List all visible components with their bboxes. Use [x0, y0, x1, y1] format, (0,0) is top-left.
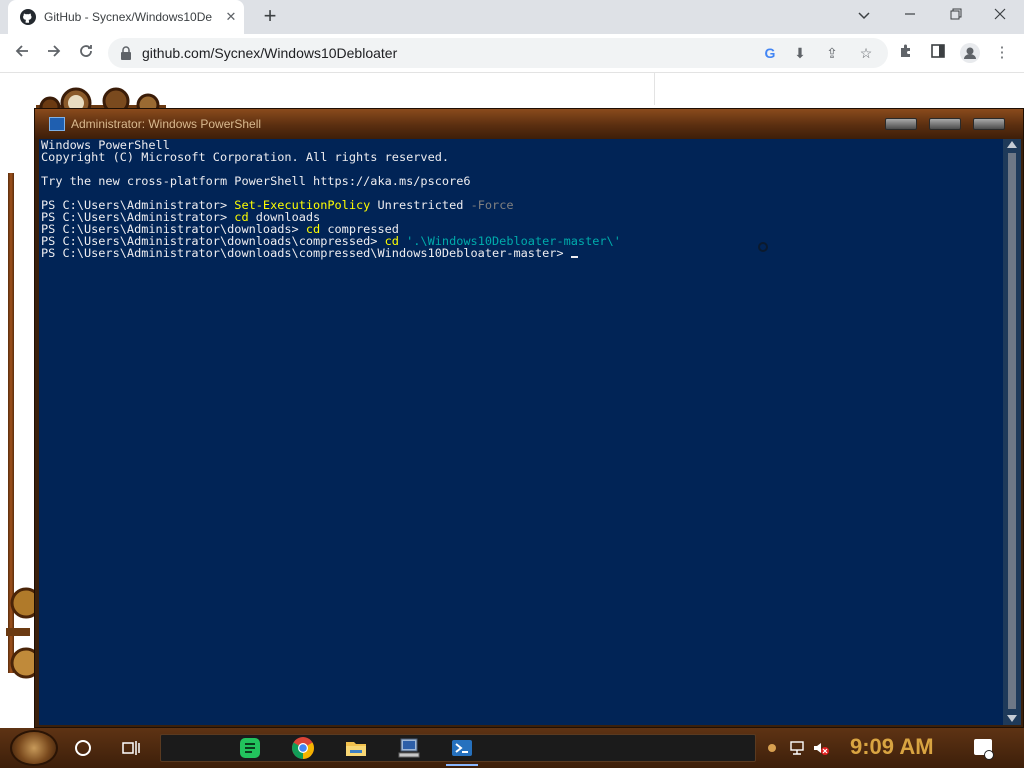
- taskbar: 9:09 AM: [0, 728, 1024, 768]
- lock-icon: [121, 46, 131, 60]
- extensions-icon[interactable]: [896, 43, 916, 63]
- github-icon: [20, 9, 36, 25]
- browser-toolbar: github.com/Sycnex/Windows10Debloater G ⬇…: [0, 34, 1024, 72]
- console-text: Try the new cross-platform PowerShell ht…: [41, 174, 471, 188]
- tab-search-icon[interactable]: [848, 4, 880, 26]
- install-app-icon[interactable]: ⬇: [790, 43, 810, 63]
- powershell-window[interactable]: Administrator: Windows PowerShell Window…: [34, 108, 1024, 728]
- tab-title: GitHub - Sycnex/Windows10De: [44, 10, 213, 24]
- page-divider: [654, 73, 655, 105]
- ps-maximize-button[interactable]: [929, 118, 961, 130]
- arrow-left-icon: [15, 45, 28, 57]
- active-app-indicator: [446, 764, 478, 766]
- browser-tab[interactable]: GitHub - Sycnex/Windows10De ✕: [8, 0, 244, 34]
- powershell-titlebar[interactable]: Administrator: Windows PowerShell: [35, 109, 1023, 139]
- file-explorer-icon[interactable]: [344, 736, 368, 760]
- console-line: PS C:\Users\Administrator\downloads\comp…: [41, 247, 621, 259]
- back-button[interactable]: [8, 39, 36, 67]
- reload-button[interactable]: [72, 39, 100, 67]
- ps-minimize-button[interactable]: [885, 118, 917, 130]
- more-menu-icon[interactable]: ⋮: [992, 43, 1012, 63]
- console-line: Try the new cross-platform PowerShell ht…: [41, 175, 621, 187]
- url-text: github.com/Sycnex/Windows10Debloater: [142, 45, 398, 61]
- scrollbar-thumb[interactable]: [1008, 153, 1016, 709]
- text-cursor: [570, 256, 578, 258]
- new-tab-button[interactable]: +: [258, 5, 282, 29]
- taskbar-clock[interactable]: 9:09 AM: [850, 734, 934, 760]
- console-output: Windows PowerShell Copyright (C) Microsof…: [41, 139, 621, 259]
- arrow-right-icon: [48, 45, 61, 57]
- console-prompt: PS C:\Users\Administrator\downloads\comp…: [41, 246, 571, 260]
- powershell-taskbar-icon[interactable]: [450, 736, 474, 760]
- forward-button[interactable]: [40, 39, 68, 67]
- reload-icon: [80, 45, 92, 57]
- console-area[interactable]: Windows PowerShell Copyright (C) Microsof…: [39, 139, 1003, 725]
- powershell-icon: [49, 117, 65, 131]
- scroll-up-icon[interactable]: [1007, 141, 1017, 148]
- close-window-button[interactable]: [984, 4, 1016, 26]
- console-parameter: -Force: [463, 198, 514, 212]
- start-button[interactable]: [10, 730, 58, 766]
- tray-overflow-icon[interactable]: [768, 744, 776, 752]
- address-bar[interactable]: github.com/Sycnex/Windows10Debloater G ⬇…: [108, 38, 888, 68]
- computer-icon[interactable]: [397, 736, 421, 760]
- chrome-icon[interactable]: [291, 736, 315, 760]
- console-text: Copyright (C) Microsoft Corporation. All…: [41, 150, 450, 164]
- cog-decoration-icon: [6, 587, 34, 679]
- restore-button[interactable]: [940, 4, 972, 26]
- scroll-down-icon[interactable]: [1007, 715, 1017, 722]
- browser-tabstrip: GitHub - Sycnex/Windows10De ✕ +: [0, 0, 1024, 34]
- volume-muted-icon[interactable]: [812, 740, 830, 756]
- network-icon[interactable]: [788, 740, 806, 756]
- tab-close-icon[interactable]: ✕: [222, 8, 240, 26]
- minimize-button[interactable]: [894, 4, 926, 26]
- google-icon[interactable]: G: [760, 43, 780, 63]
- console-scrollbar[interactable]: [1003, 139, 1021, 725]
- console-line: Copyright (C) Microsoft Corporation. All…: [41, 151, 621, 163]
- share-icon[interactable]: ⇪: [822, 43, 842, 63]
- profile-avatar-icon[interactable]: [960, 43, 980, 63]
- ps-close-button[interactable]: [973, 118, 1005, 130]
- powershell-title: Administrator: Windows PowerShell: [71, 117, 262, 131]
- sheets-icon[interactable]: [238, 736, 262, 760]
- console-argument: Unrestricted: [370, 198, 464, 212]
- notification-badge: [984, 750, 994, 760]
- mouse-busy-icon: [758, 242, 768, 252]
- cortana-search-icon[interactable]: [75, 740, 91, 756]
- bookmark-star-icon[interactable]: ☆: [856, 43, 876, 63]
- side-panel-icon[interactable]: [928, 43, 948, 63]
- task-view-icon[interactable]: [122, 740, 140, 756]
